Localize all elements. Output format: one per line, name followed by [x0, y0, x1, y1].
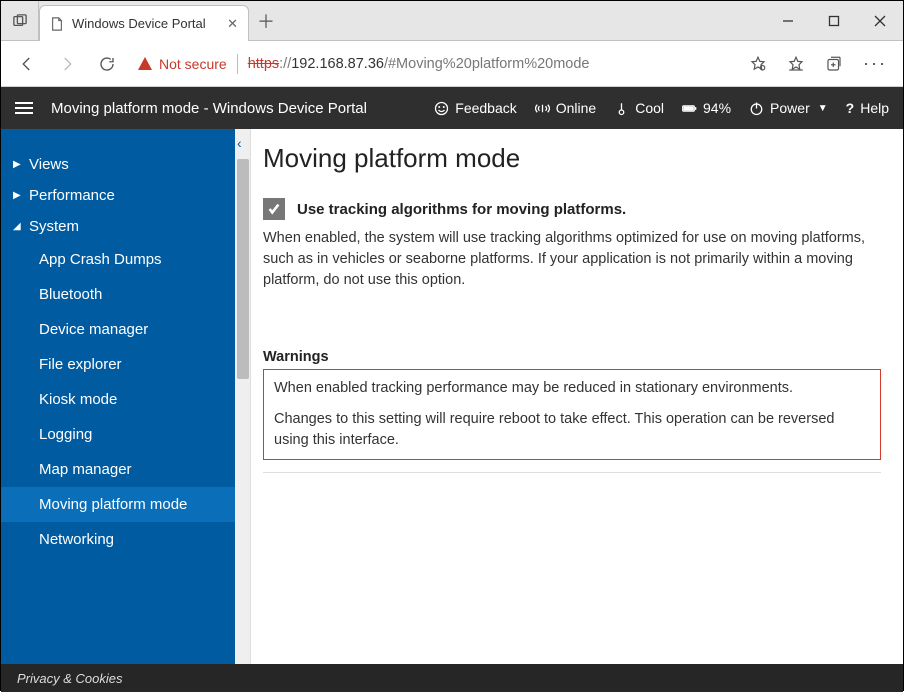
- battery-icon: [682, 101, 697, 116]
- help-label: Help: [860, 100, 889, 116]
- app-bar: Moving platform mode - Windows Device Po…: [1, 87, 903, 129]
- question-icon: ?: [846, 100, 855, 116]
- sidebar-group-label: Performance: [29, 187, 115, 204]
- sidebar-item-kiosk-mode[interactable]: Kiosk mode: [1, 382, 235, 417]
- window-controls: [765, 1, 903, 41]
- content-heading: Moving platform mode: [263, 143, 881, 174]
- tracking-checkbox-label: Use tracking algorithms for moving platf…: [297, 201, 626, 218]
- sidebar-item-bluetooth[interactable]: Bluetooth: [1, 277, 235, 312]
- warning-text: When enabled tracking performance may be…: [274, 378, 870, 399]
- nav-forward-button[interactable]: [49, 46, 85, 82]
- window-minimize-button[interactable]: [765, 1, 811, 41]
- tracking-checkbox[interactable]: [263, 198, 285, 220]
- sidebar-item-networking[interactable]: Networking: [1, 522, 235, 557]
- new-tab-button[interactable]: ＋: [249, 1, 283, 41]
- sidebar-group-performance[interactable]: ▶ Performance: [1, 180, 235, 211]
- tab-close-button[interactable]: ✕: [227, 16, 238, 32]
- browser-menu-button[interactable]: ···: [855, 53, 895, 74]
- sidebar-item-map-manager[interactable]: Map manager: [1, 452, 235, 487]
- temperature-status[interactable]: Cool: [614, 100, 664, 116]
- collections-button[interactable]: [817, 47, 851, 81]
- security-warning[interactable]: Not secure: [137, 56, 227, 72]
- online-status[interactable]: Online: [535, 100, 596, 116]
- tab-actions-button[interactable]: [1, 1, 39, 41]
- sidebar-group-views[interactable]: ▶ Views: [1, 149, 235, 180]
- window-maximize-button[interactable]: [811, 1, 857, 41]
- sidebar-collapse-button[interactable]: ‹: [237, 135, 242, 151]
- warnings-box: When enabled tracking performance may be…: [263, 369, 881, 460]
- tab-title: Windows Device Portal: [72, 16, 206, 31]
- favorite-star-button[interactable]: [741, 47, 775, 81]
- sidebar-item-app-crash-dumps[interactable]: App Crash Dumps: [1, 242, 235, 277]
- checkmark-icon: [267, 202, 281, 216]
- sidebar-scrollbar[interactable]: ‹: [235, 129, 251, 664]
- battery-label: 94%: [703, 100, 731, 116]
- signal-icon: [535, 101, 550, 116]
- sidebar-item-device-manager[interactable]: Device manager: [1, 312, 235, 347]
- warning-text: Changes to this setting will require reb…: [274, 409, 870, 451]
- nav-back-button[interactable]: [9, 46, 45, 82]
- footer-bar: Privacy & Cookies: [1, 664, 903, 692]
- temperature-label: Cool: [635, 100, 664, 116]
- sidebar-item-file-explorer[interactable]: File explorer: [1, 347, 235, 382]
- address-bar[interactable]: Not secure https://192.168.87.36/#Moving…: [129, 48, 737, 80]
- thermometer-icon: [614, 101, 629, 116]
- chevron-right-icon: ▶: [13, 159, 25, 170]
- page-title: Moving platform mode - Windows Device Po…: [51, 100, 367, 117]
- favorites-list-button[interactable]: [779, 47, 813, 81]
- main-content: Moving platform mode Use tracking algori…: [251, 129, 903, 664]
- power-icon: [749, 101, 764, 116]
- nav-refresh-button[interactable]: [89, 46, 125, 82]
- feedback-button[interactable]: Feedback: [434, 100, 516, 116]
- browser-tab[interactable]: Windows Device Portal ✕: [39, 5, 249, 41]
- page-icon: [50, 17, 64, 31]
- warnings-title: Warnings: [263, 349, 881, 365]
- warning-triangle-icon: [137, 56, 153, 72]
- smiley-icon: [434, 101, 449, 116]
- privacy-link[interactable]: Privacy & Cookies: [17, 671, 122, 686]
- tracking-description: When enabled, the system will use tracki…: [263, 228, 873, 291]
- sidebar-group-label: System: [29, 218, 79, 235]
- sidebar: ▶ Views ▶ Performance ◢ System App Crash…: [1, 129, 235, 664]
- power-menu[interactable]: Power ▼: [749, 100, 828, 116]
- browser-toolbar: Not secure https://192.168.87.36/#Moving…: [1, 41, 903, 87]
- power-label: Power: [770, 100, 810, 116]
- sidebar-group-label: Views: [29, 156, 69, 173]
- sidebar-group-system[interactable]: ◢ System: [1, 211, 235, 242]
- url-separator: [237, 54, 238, 74]
- battery-status[interactable]: 94%: [682, 100, 731, 116]
- sidebar-item-logging[interactable]: Logging: [1, 417, 235, 452]
- section-divider: [263, 472, 881, 473]
- browser-title-bar: Windows Device Portal ✕ ＋: [1, 1, 903, 41]
- chevron-right-icon: ▶: [13, 190, 25, 201]
- security-label: Not secure: [159, 56, 227, 72]
- url-text: https://192.168.87.36/#Moving%20platform…: [248, 56, 590, 72]
- feedback-label: Feedback: [455, 100, 516, 116]
- menu-toggle-button[interactable]: [15, 102, 33, 114]
- help-button[interactable]: ? Help: [846, 100, 889, 116]
- sidebar-item-moving-platform-mode[interactable]: Moving platform mode: [1, 487, 235, 522]
- window-close-button[interactable]: [857, 1, 903, 41]
- chevron-down-icon: ◢: [13, 221, 25, 232]
- chevron-down-icon: ▼: [818, 103, 828, 114]
- scrollbar-thumb[interactable]: [237, 159, 249, 379]
- online-label: Online: [556, 100, 596, 116]
